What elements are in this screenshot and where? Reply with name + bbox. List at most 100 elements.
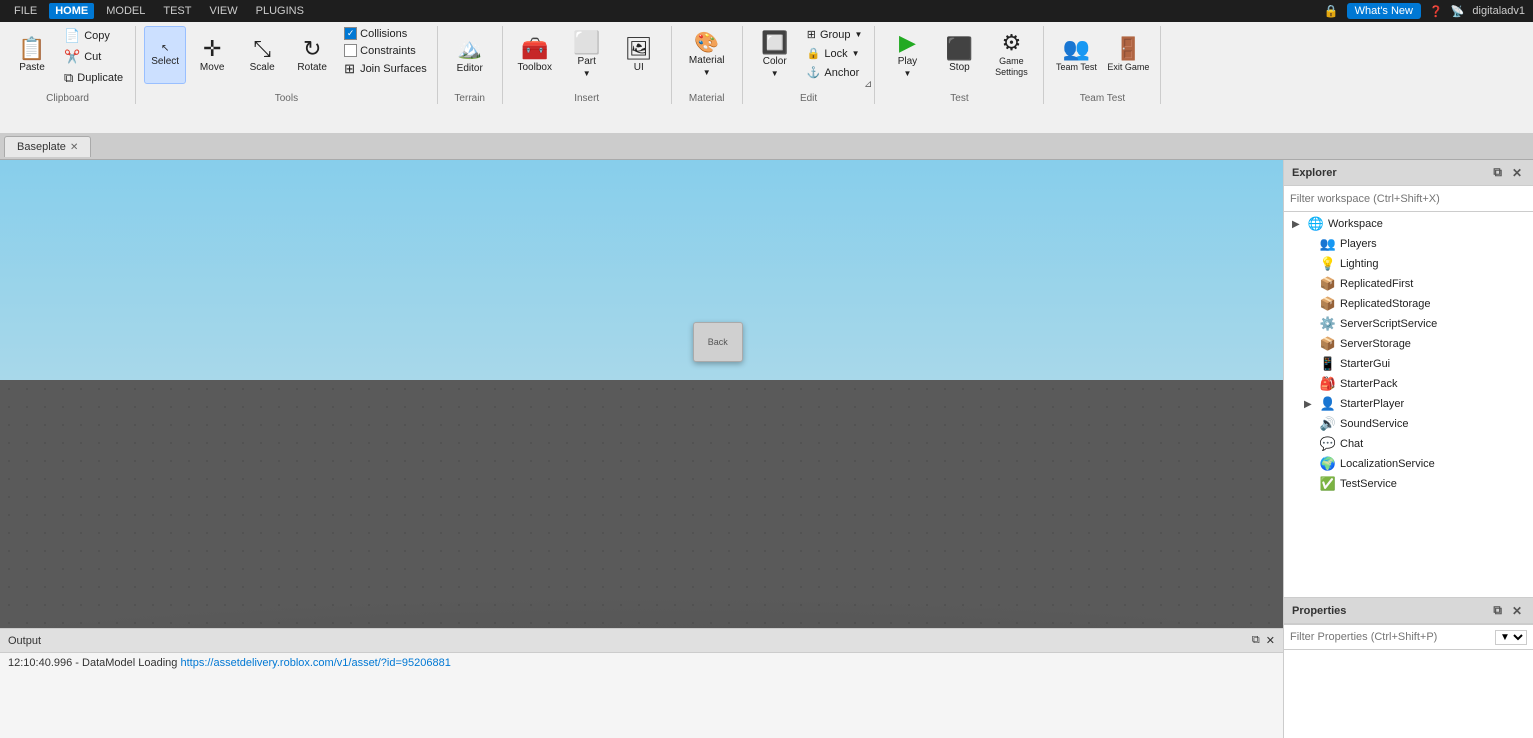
tree-item-icon: 👤 [1320, 396, 1336, 412]
whats-new-button[interactable]: What's New [1347, 3, 1421, 19]
output-close-icon[interactable]: ✕ [1266, 634, 1275, 647]
material-dropdown-arrow: ▼ [703, 68, 711, 77]
part-button[interactable]: ⬜ Part ▼ [563, 26, 611, 84]
team-test-icon: 👥 [1063, 38, 1090, 60]
ui-button[interactable]: 🖼 UI [615, 26, 663, 84]
clipboard-group: 📋 Paste 📄 Copy ✂️ Cut ⧉ Duplic [0, 26, 136, 104]
viewport[interactable]: Back Output ⧉ ✕ 12:10:40.996 - DataModel… [0, 160, 1283, 738]
tree-item-label: StarterPack [1340, 378, 1397, 390]
tree-item-label: Lighting [1340, 258, 1379, 270]
duplicate-button[interactable]: ⧉ Duplicate [60, 68, 127, 88]
terrain-editor-button[interactable]: 🏔️ Editor [446, 26, 494, 84]
right-panel: Explorer ⧉ ✕ ▶🌐Workspace👥Players 💡 Lightin… [1283, 160, 1533, 738]
play-dropdown-arrow: ▼ [903, 69, 911, 78]
join-surfaces-toggle[interactable]: ⊞ Join Surfaces [342, 60, 429, 78]
move-icon: ✛ [203, 38, 221, 60]
move-button[interactable]: ✛ Move [188, 26, 236, 84]
properties-close-btn[interactable]: ✕ [1509, 603, 1525, 619]
tree-item-replicatedstorage[interactable]: 📦ReplicatedStorage [1284, 294, 1533, 314]
constraints-toggle[interactable]: Constraints [342, 43, 429, 58]
explorer-header-actions: ⧉ ✕ [1490, 164, 1525, 181]
material-button[interactable]: 🎨 Material ▼ [680, 26, 734, 84]
tree-item-lighting[interactable]: 💡 Lighting [1284, 254, 1533, 274]
properties-restore-btn[interactable]: ⧉ [1490, 602, 1505, 619]
paste-area: 📋 Paste [8, 26, 56, 98]
ribbon: 📋 Paste 📄 Copy ✂️ Cut ⧉ Duplic [0, 22, 1533, 134]
cut-button[interactable]: ✂️ Cut [60, 47, 127, 67]
insert-group-label: Insert [503, 93, 671, 104]
anchor-button[interactable]: ⚓ Anchor [803, 64, 867, 81]
explorer-restore-btn[interactable]: ⧉ [1490, 164, 1505, 181]
game-settings-button[interactable]: ⚙ Game Settings [987, 26, 1035, 84]
output-log-url[interactable]: https://assetdelivery.roblox.com/v1/asse… [180, 657, 450, 669]
collisions-toggle[interactable]: ✓ Collisions [342, 26, 429, 41]
lock-button[interactable]: 🔒 Lock ▼ [803, 45, 867, 62]
menu-view[interactable]: VIEW [203, 3, 243, 19]
tree-item-chat[interactable]: 💬Chat [1284, 434, 1533, 454]
menu-test[interactable]: TEST [157, 3, 197, 19]
stop-button[interactable]: ⬛ Stop [935, 26, 983, 84]
tree-item-testservice[interactable]: ✅TestService [1284, 474, 1533, 494]
tree-item-label: Players [1340, 238, 1377, 250]
color-icon: 🔲 [761, 32, 788, 54]
tree-expand-arrow[interactable]: ▶ [1304, 399, 1316, 410]
team-test-button[interactable]: 👥 Team Test [1052, 26, 1100, 84]
tree-expand-arrow[interactable]: ▶ [1292, 219, 1304, 230]
tree-item-serverscriptservice[interactable]: ⚙️ServerScriptService [1284, 314, 1533, 334]
menu-model[interactable]: MODEL [100, 3, 151, 19]
scale-button[interactable]: ⤡ Scale [238, 26, 286, 84]
output-restore-icon[interactable]: ⧉ [1252, 634, 1260, 647]
tree-item-localizationservice[interactable]: 🌍LocalizationService [1284, 454, 1533, 474]
paste-button[interactable]: 📋 Paste [8, 26, 56, 84]
tree-item-serverstorage[interactable]: 📦ServerStorage [1284, 334, 1533, 354]
explorer-filter-input[interactable] [1290, 193, 1527, 205]
exit-game-icon: 🚪 [1115, 38, 1142, 60]
play-button[interactable]: ▶ Play ▼ [883, 26, 931, 84]
tree-item-starterplayer[interactable]: ▶👤StarterPlayer [1284, 394, 1533, 414]
rotate-button[interactable]: ↻ Rotate [288, 26, 336, 84]
toolbox-button[interactable]: 🧰 Toolbox [511, 26, 559, 84]
properties-sort-select[interactable]: ▼ [1495, 630, 1527, 645]
help-icon[interactable]: ❓ [1429, 5, 1443, 18]
material-icon: 🎨 [694, 33, 719, 53]
menu-file[interactable]: FILE [8, 3, 43, 19]
select-icon: ↖ [161, 43, 169, 54]
exit-game-button[interactable]: 🚪 Exit Game [1104, 26, 1152, 84]
rotate-icon: ↻ [303, 38, 321, 60]
test-group: ▶ Play ▼ ⬛ Stop ⚙ Game Settings Test [875, 26, 1044, 104]
tree-item-startergui[interactable]: 📱StarterGui [1284, 354, 1533, 374]
copy-icon: 📄 [64, 28, 80, 44]
edit-expand-icon[interactable]: ⊿ [864, 79, 872, 90]
share-icon[interactable]: 📡 [1451, 5, 1465, 18]
tree-item-label: ServerScriptService [1340, 318, 1437, 330]
color-button[interactable]: 🔲 Color ▼ [751, 26, 799, 84]
tree-item-soundservice[interactable]: 🔊SoundService [1284, 414, 1533, 434]
group-button[interactable]: ⊞ Group ▼ [803, 26, 867, 43]
anchor-icon: ⚓ [807, 66, 821, 79]
menu-plugins[interactable]: PLUGINS [250, 3, 310, 19]
properties-header-actions: ⧉ ✕ [1490, 602, 1525, 619]
stop-icon: ⬛ [946, 38, 973, 60]
lock-icon: 🔒 [1324, 4, 1339, 18]
tree-item-icon: 💡 [1320, 256, 1336, 272]
tree-item-workspace[interactable]: ▶🌐Workspace [1284, 214, 1533, 234]
lock-ribbon-icon: 🔒 [807, 47, 821, 60]
tab-baseplate-close[interactable]: ✕ [70, 142, 78, 153]
explorer-close-btn[interactable]: ✕ [1509, 165, 1525, 181]
copy-button[interactable]: 📄 Copy [60, 26, 127, 46]
tree-item-players[interactable]: 👥Players [1284, 234, 1533, 254]
select-button[interactable]: ↖ Select [144, 26, 186, 84]
part-dropdown-arrow: ▼ [583, 69, 591, 78]
tab-baseplate[interactable]: Baseplate ✕ [4, 136, 91, 157]
menu-home[interactable]: HOME [49, 3, 94, 19]
ui-icon: 🖼 [625, 38, 653, 60]
tree-item-starterpack[interactable]: 🎒StarterPack [1284, 374, 1533, 394]
duplicate-icon: ⧉ [64, 70, 73, 86]
sky [0, 160, 1283, 380]
tree-item-replicatedfirst[interactable]: 📦ReplicatedFirst [1284, 274, 1533, 294]
tree-item-label: SoundService [1340, 418, 1409, 430]
properties-title: Properties [1292, 605, 1346, 617]
properties-filter-input[interactable] [1290, 631, 1493, 643]
explorer-header: Explorer ⧉ ✕ [1284, 160, 1533, 186]
properties-panel: Properties ⧉ ✕ ▼ [1284, 598, 1533, 738]
